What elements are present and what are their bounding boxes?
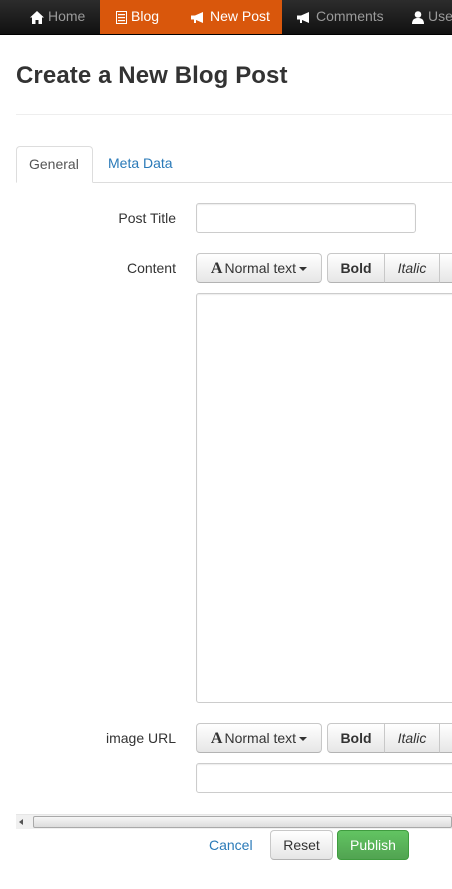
font-icon: A bbox=[210, 260, 223, 277]
horizontal-scrollbar[interactable] bbox=[16, 814, 452, 829]
reset-button[interactable]: Reset bbox=[270, 830, 333, 860]
home-icon bbox=[30, 10, 44, 24]
content-editor[interactable] bbox=[196, 293, 452, 703]
page-title: Create a New Blog Post bbox=[16, 62, 288, 89]
image-italic-button[interactable]: Italic bbox=[384, 723, 440, 753]
scroll-left-arrow-icon[interactable] bbox=[19, 819, 23, 825]
image-bold-button[interactable]: Bold bbox=[327, 723, 385, 753]
underline-button[interactable] bbox=[439, 253, 452, 283]
publish-button[interactable]: Publish bbox=[337, 830, 409, 860]
list-icon bbox=[116, 10, 127, 24]
font-style-label: Normal text bbox=[224, 260, 297, 276]
font-style-dropdown[interactable]: A Normal text bbox=[196, 253, 322, 283]
image-url-label: image URL bbox=[105, 730, 176, 746]
nav-label-home: Home bbox=[48, 8, 86, 24]
caret-down-icon bbox=[299, 267, 308, 272]
nav-label-new-post: New Post bbox=[210, 8, 270, 24]
image-url-input[interactable] bbox=[196, 763, 452, 793]
bold-button[interactable]: Bold bbox=[327, 253, 385, 283]
bullhorn-icon bbox=[191, 11, 206, 23]
font-icon: A bbox=[210, 730, 223, 747]
nav-label-comments: Comments bbox=[316, 8, 384, 24]
nav-item-users[interactable]: Use bbox=[412, 0, 452, 34]
tab-general[interactable]: General bbox=[16, 146, 93, 183]
top-navbar: Home Blog New Post Comments Use bbox=[0, 0, 452, 35]
image-font-style-label: Normal text bbox=[224, 730, 297, 746]
nav-label-blog: Blog bbox=[131, 8, 160, 24]
nav-item-new-post[interactable]: New Post bbox=[175, 0, 282, 34]
content-label: Content bbox=[126, 260, 176, 276]
cancel-link[interactable]: Cancel bbox=[205, 831, 257, 859]
title-divider bbox=[16, 114, 452, 115]
image-underline-button[interactable] bbox=[439, 723, 452, 753]
nav-item-comments[interactable]: Comments bbox=[297, 0, 384, 34]
nav-item-blog[interactable]: Blog bbox=[100, 0, 175, 34]
caret-down-icon bbox=[299, 737, 308, 742]
italic-button[interactable]: Italic bbox=[384, 253, 440, 283]
post-title-label: Post Title bbox=[118, 210, 176, 226]
scrollbar-thumb[interactable] bbox=[33, 816, 452, 828]
bullhorn-icon bbox=[297, 11, 312, 23]
post-title-input[interactable] bbox=[196, 203, 416, 233]
image-font-style-dropdown[interactable]: A Normal text bbox=[196, 723, 322, 753]
nav-label-users: Use bbox=[428, 8, 452, 24]
nav-item-home[interactable]: Home bbox=[30, 0, 86, 34]
user-icon bbox=[412, 10, 424, 24]
tab-meta-data[interactable]: Meta Data bbox=[96, 146, 185, 183]
